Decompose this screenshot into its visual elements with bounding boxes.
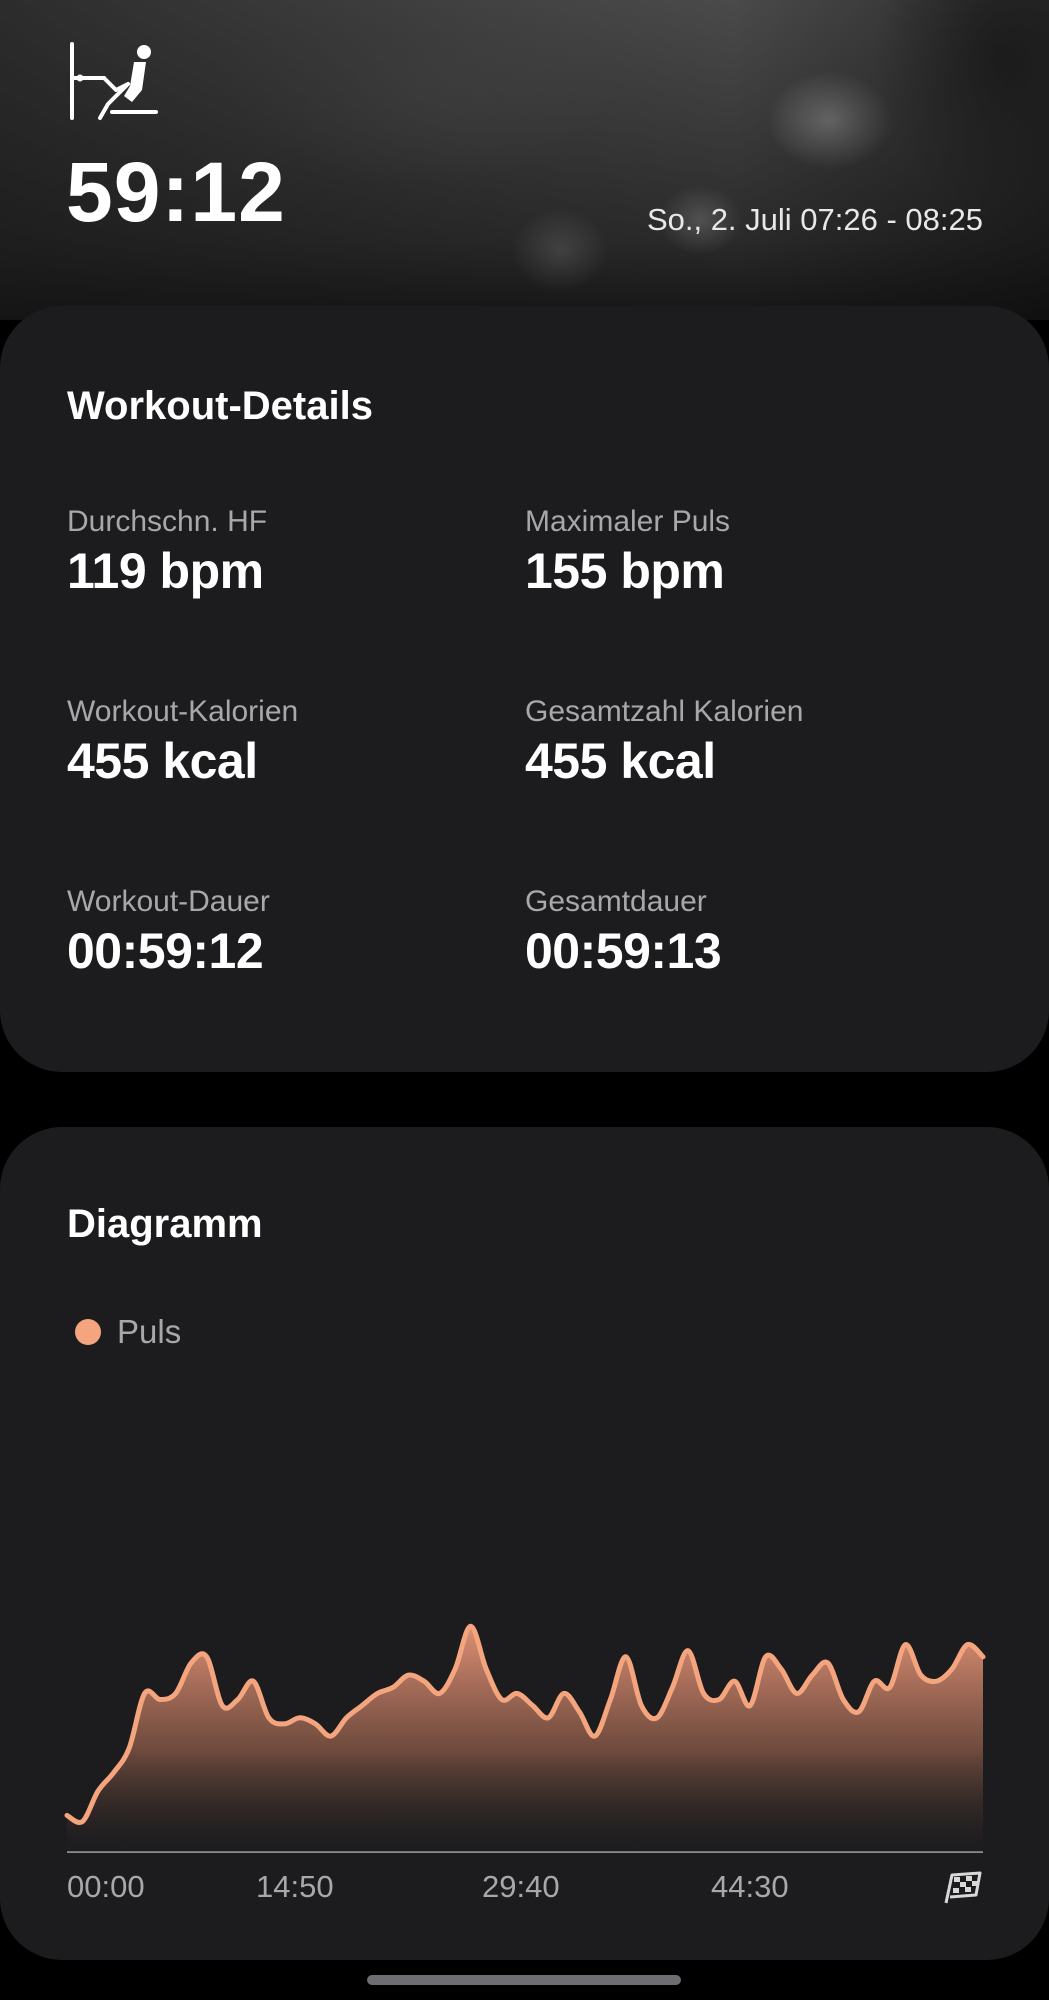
stat-workout-calories: Workout-Kalorien 455 kcal — [67, 694, 298, 789]
checkered-flag-icon — [944, 1871, 982, 1904]
puls-data-point — [655, 1716, 659, 1720]
x-tick-label: 29:40 — [482, 1869, 560, 1904]
puls-data-point — [220, 1704, 224, 1708]
puls-data-point — [65, 1813, 69, 1817]
puls-data-point — [872, 1679, 876, 1683]
puls-data-point — [81, 1820, 85, 1824]
x-tick-label: 44:30 — [711, 1869, 789, 1904]
details-title: Workout-Details — [67, 384, 373, 428]
puls-data-point — [531, 1704, 535, 1708]
puls-data-point — [717, 1698, 721, 1702]
chart-card[interactable]: Diagramm Puls 00:00 14:50 29:40 44:30 — [0, 1127, 1049, 1960]
puls-data-point — [422, 1679, 426, 1683]
puls-data-point — [624, 1655, 628, 1659]
puls-data-point — [934, 1679, 938, 1683]
puls-data-point — [639, 1704, 643, 1708]
x-tick-label: 14:50 — [256, 1869, 334, 1904]
stat-label: Durchschn. HF — [67, 505, 268, 538]
puls-data-point — [469, 1624, 473, 1628]
puls-data-point — [391, 1685, 395, 1689]
stat-label: Workout-Dauer — [67, 885, 270, 918]
stat-total-calories: Gesamtzahl Kalorien 455 kcal — [525, 694, 803, 789]
puls-data-point — [484, 1667, 488, 1671]
puls-data-point — [764, 1655, 768, 1659]
home-indicator[interactable] — [367, 1975, 681, 1985]
puls-data-point — [779, 1667, 783, 1671]
stat-label: Gesamtdauer — [525, 885, 707, 918]
puls-data-point — [593, 1734, 597, 1738]
rowing-machine-icon — [70, 42, 158, 120]
stat-label: Maximaler Puls — [525, 505, 731, 538]
puls-data-point — [919, 1673, 923, 1677]
puls-data-point — [733, 1679, 737, 1683]
puls-data-point — [189, 1661, 193, 1665]
puls-data-point — [841, 1698, 845, 1702]
puls-data-point — [282, 1722, 286, 1726]
puls-data-point — [143, 1691, 147, 1695]
puls-data-point — [438, 1691, 442, 1695]
puls-data-point — [174, 1691, 178, 1695]
puls-data-point — [515, 1691, 519, 1695]
puls-data-point — [670, 1685, 674, 1689]
stat-label: Gesamtzahl Kalorien — [525, 695, 804, 728]
puls-data-point — [251, 1679, 255, 1683]
stat-max-heart-rate: Maximaler Puls 155 bpm — [525, 504, 730, 599]
puls-data-point — [96, 1789, 100, 1793]
puls-data-point — [903, 1643, 907, 1647]
x-tick-label: 00:00 — [67, 1869, 145, 1904]
puls-data-point — [857, 1710, 861, 1714]
puls-data-point — [127, 1746, 131, 1750]
puls-data-point — [562, 1691, 566, 1695]
puls-data-point — [577, 1710, 581, 1714]
puls-data-point — [376, 1691, 380, 1695]
stat-value: 155 bpm — [525, 543, 725, 599]
puls-data-point — [360, 1704, 364, 1708]
puls-data-point — [795, 1691, 799, 1695]
stat-value: 00:59:13 — [525, 923, 722, 979]
workout-details-card: Workout-Details Durchschn. HF 119 bpm Ma… — [0, 306, 1049, 1072]
puls-data-point — [981, 1655, 985, 1659]
puls-data-point — [826, 1661, 830, 1665]
puls-data-point — [546, 1716, 550, 1720]
puls-data-point — [702, 1691, 706, 1695]
stat-value: 455 kcal — [67, 733, 258, 789]
puls-data-point — [329, 1734, 333, 1738]
puls-data-point — [810, 1673, 814, 1677]
stat-workout-duration: Workout-Dauer 00:59:12 — [67, 884, 270, 979]
puls-data-point — [313, 1722, 317, 1726]
stat-total-duration: Gesamtdauer 00:59:13 — [525, 884, 722, 979]
puls-data-point — [267, 1716, 271, 1720]
puls-data-point — [608, 1698, 612, 1702]
puls-data-point — [298, 1716, 302, 1720]
puls-data-point — [236, 1698, 240, 1702]
puls-data-point — [205, 1655, 209, 1659]
puls-data-point — [888, 1685, 892, 1689]
puls-data-point — [344, 1716, 348, 1720]
stat-label: Workout-Kalorien — [67, 695, 299, 728]
workout-duration: 59:12 — [66, 145, 286, 239]
puls-data-point — [686, 1649, 690, 1653]
puls-data-point — [965, 1643, 969, 1647]
puls-data-point — [748, 1704, 752, 1708]
puls-series-area — [67, 1626, 983, 1852]
workout-date-range: So., 2. Juli 07:26 - 08:25 — [646, 202, 983, 237]
puls-data-point — [453, 1667, 457, 1671]
stat-value: 455 kcal — [525, 733, 716, 789]
puls-data-point — [407, 1673, 411, 1677]
stat-value: 119 bpm — [67, 543, 264, 599]
puls-data-point — [500, 1698, 504, 1702]
stat-avg-heart-rate: Durchschn. HF 119 bpm — [67, 504, 267, 599]
stat-value: 00:59:12 — [67, 923, 264, 979]
heart-rate-chart[interactable] — [0, 1127, 1049, 1960]
puls-data-point — [950, 1667, 954, 1671]
puls-data-point — [158, 1698, 162, 1702]
puls-data-point — [112, 1771, 116, 1775]
